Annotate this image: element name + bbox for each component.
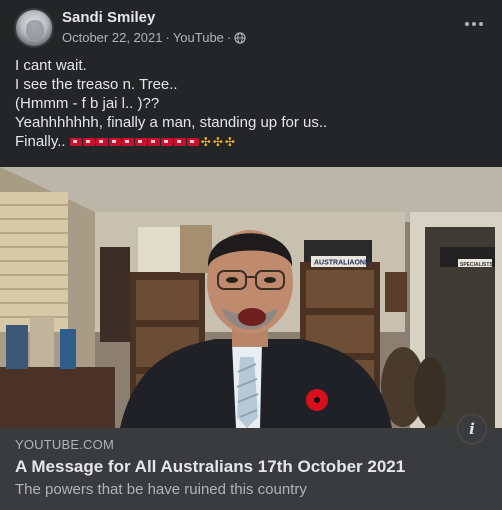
ellipsis-dot [472,22,476,26]
flag-icon [108,138,121,147]
overlay-sign: AUSTRALIAONE [314,260,370,267]
post-line: I see the treaso n. Tree.. [15,76,178,93]
post-header: Sandi Smiley October 22, 2021 · YouTube … [14,8,488,48]
flag-icon [134,138,147,147]
ellipsis-dot [479,22,483,26]
shelf-sign: SPECIALISTS [460,262,493,268]
post-line: Yeahhhhhhh, finally a man, standing up f… [15,114,328,131]
author-avatar[interactable] [14,8,54,48]
post-line: I cant wait. [15,57,87,74]
video-thumbnail[interactable]: AUSTRALIAONE SPECIALISTS [0,167,502,428]
post-meta: October 22, 2021 · YouTube · [62,30,246,45]
author-name[interactable]: Sandi Smiley [62,9,155,26]
praying-hands-icon: ✣ [200,134,211,149]
post-source-app: YouTube [172,30,224,45]
emoji-row: ✣ ✣ ✣ [69,133,235,152]
globe-icon[interactable] [234,31,246,44]
flag-icon [82,138,95,147]
more-options-button[interactable] [460,12,488,36]
post-text: I cant wait. I see the treaso n. Tree.. … [15,56,488,152]
info-icon[interactable]: i [457,414,487,444]
link-description: The powers that be have ruined this coun… [15,481,307,498]
flag-icon [186,138,199,147]
ellipsis-icon [465,22,469,26]
desk [0,367,115,428]
meta-separator: · [226,30,232,45]
video-frame: AUSTRALIAONE SPECIALISTS [0,167,502,428]
link-preview[interactable]: i YOUTUBE.COM A Message for All Australi… [0,414,502,510]
link-title[interactable]: A Message for All Australians 17th Octob… [15,457,487,477]
flag-icon [147,138,160,147]
flag-icon [69,138,82,147]
praying-hands-icon: ✣ [224,134,235,149]
flag-icon [173,138,186,147]
post-line: (Hmmm - f b jai l.. )?? [15,95,160,112]
flag-icon [121,138,134,147]
flag-icon [95,138,108,147]
praying-hands-icon: ✣ [212,134,223,149]
facebook-post: Sandi Smiley October 22, 2021 · YouTube … [0,0,502,510]
post-line-last: Finally.. ✣ ✣ ✣ [15,132,488,152]
link-source: YOUTUBE.COM [15,437,114,452]
meta-separator: · [165,30,170,45]
flag-icon [160,138,173,147]
post-line: Finally.. [15,133,66,150]
post-date[interactable]: October 22, 2021 [62,30,162,45]
